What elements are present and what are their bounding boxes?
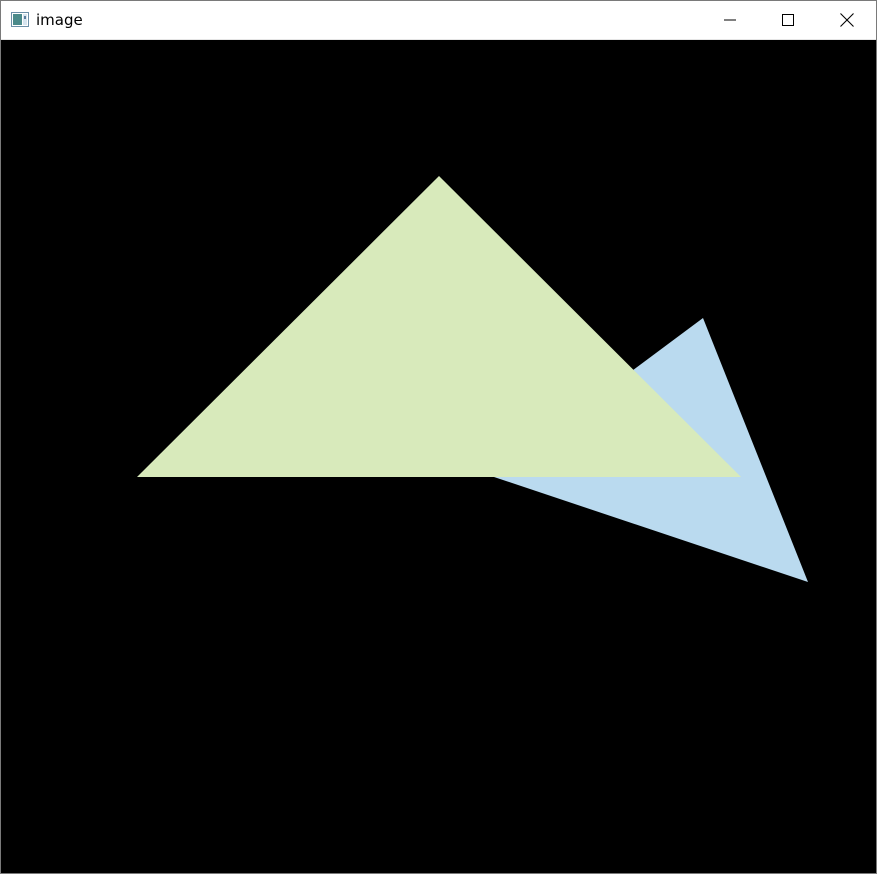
triangles-drawing [137, 176, 808, 582]
close-button[interactable] [818, 1, 876, 39]
minimize-button[interactable] [701, 1, 759, 39]
close-icon [840, 13, 854, 27]
maximize-icon [782, 14, 794, 26]
window-title: image [36, 11, 83, 29]
green-triangle [137, 176, 741, 477]
maximize-button[interactable] [759, 1, 817, 39]
title-bar[interactable]: image [1, 1, 876, 40]
minimize-icon [724, 14, 736, 26]
image-window-icon [11, 12, 29, 27]
image-canvas [1, 40, 876, 873]
image-window: image [0, 0, 877, 874]
